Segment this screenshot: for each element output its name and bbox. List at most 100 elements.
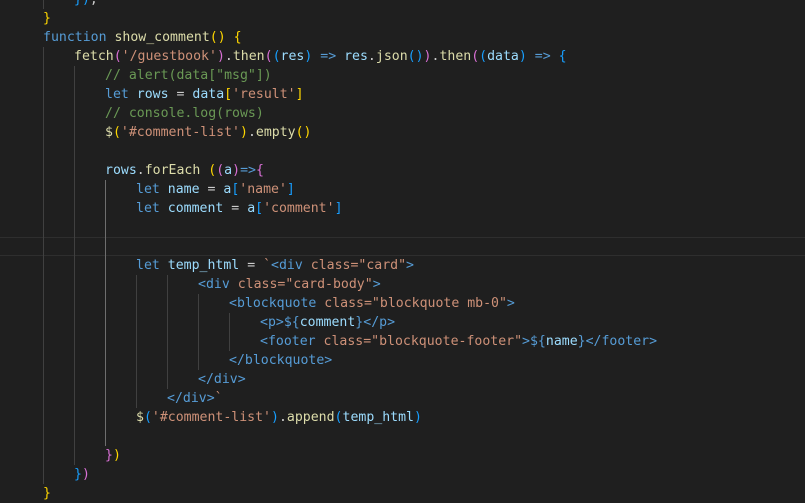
code-token: } — [43, 486, 51, 501]
code-token: class="card-body" — [237, 277, 373, 292]
indent-guide — [198, 294, 199, 370]
code-token: 'name' — [239, 182, 287, 197]
code-token: a — [224, 163, 233, 178]
code-line[interactable]: let name = a['name'] — [136, 180, 295, 199]
code-line[interactable]: }) — [105, 446, 121, 465]
code-line[interactable]: </div>` — [167, 389, 223, 408]
code-token: comment — [299, 315, 356, 330]
code-line[interactable]: }); — [74, 0, 98, 9]
code-line[interactable]: <footer class="blockquote-footer">${name… — [260, 332, 657, 351]
code-line[interactable]: let comment = a['comment'] — [136, 199, 343, 218]
code-token: () — [407, 49, 424, 64]
code-token: ( — [112, 125, 121, 140]
code-token: </p> — [363, 315, 396, 330]
code-token: ) — [216, 49, 225, 64]
code-token: ) — [81, 467, 90, 482]
code-line[interactable]: let rows = data['result'] — [105, 85, 304, 104]
code-token: <p> — [260, 315, 284, 330]
code-token: forEach — [144, 163, 201, 178]
code-line[interactable]: // alert(data["msg"]) — [105, 66, 272, 85]
code-token: data — [487, 49, 519, 64]
code-token: > — [372, 277, 381, 292]
code-token: '#comment-list' — [120, 125, 240, 140]
code-token: // console.log(rows) — [105, 106, 264, 121]
code-token: <div — [271, 258, 303, 273]
code-token: > — [522, 334, 530, 349]
code-token: data — [192, 87, 225, 102]
indent-guide — [167, 275, 168, 389]
code-token: }) — [74, 0, 90, 7]
indent-guide — [105, 180, 106, 446]
code-token: = — [223, 201, 248, 216]
indent-guide — [43, 47, 44, 484]
code-line[interactable]: rows.forEach ((a)=>{ — [105, 161, 264, 180]
code-token: 'result' — [232, 87, 296, 102]
code-line[interactable]: $('#comment-list').append(temp_html) — [136, 408, 422, 427]
code-token: '#comment-list' — [151, 410, 271, 425]
code-token: } — [105, 448, 113, 463]
code-token: ` — [263, 258, 272, 273]
code-token: ) — [271, 410, 279, 425]
code-token: res — [280, 49, 305, 64]
code-token: rows — [105, 163, 137, 178]
code-token: append — [286, 410, 335, 425]
code-token: ( — [113, 49, 122, 64]
code-token: temp_html — [167, 258, 240, 273]
code-token: ) — [413, 410, 422, 425]
code-token: ( — [264, 49, 273, 64]
code-token: [ — [255, 201, 264, 216]
code-line[interactable]: function show_comment() { — [43, 28, 242, 47]
indent-guide — [229, 313, 230, 351]
code-line[interactable]: <p>${comment}</p> — [260, 313, 395, 332]
code-line[interactable]: </div> — [198, 370, 246, 389]
current-line-highlight — [0, 237, 805, 256]
code-line[interactable]: </blockquote> — [229, 351, 332, 370]
code-token: let — [136, 258, 160, 273]
code-token: = — [168, 87, 193, 102]
code-token: </footer> — [585, 334, 658, 349]
code-token: => — [320, 49, 337, 64]
code-token: [ — [224, 87, 233, 102]
code-token: let — [136, 182, 160, 197]
code-token: ` — [214, 391, 223, 406]
code-token: } — [43, 11, 51, 26]
code-token: } — [577, 334, 586, 349]
code-token: // alert(data["msg"]) — [105, 68, 272, 83]
code-token: { — [233, 30, 242, 45]
code-token: ( — [471, 49, 480, 64]
code-token: } — [74, 467, 82, 482]
code-editor[interactable]: });}function show_comment() {fetch('/gue… — [0, 0, 805, 503]
code-token: class="blockquote mb-0" — [324, 296, 507, 311]
code-line[interactable]: } — [43, 9, 51, 28]
code-token: ) — [232, 163, 241, 178]
code-token: ( — [143, 410, 152, 425]
code-token: . — [224, 49, 233, 64]
code-token: <footer — [260, 334, 316, 349]
code-token: ( — [208, 163, 217, 178]
code-line[interactable]: <blockquote class="blockquote mb-0"> — [229, 294, 515, 313]
code-line[interactable]: <div class="card-body"> — [198, 275, 381, 294]
code-token: $ — [136, 410, 144, 425]
code-line[interactable]: }) — [74, 465, 90, 484]
code-token: '/guestbook' — [121, 49, 217, 64]
code-token: name — [167, 182, 200, 197]
code-token: . — [136, 163, 145, 178]
code-line[interactable]: } — [43, 484, 51, 503]
code-token: json — [375, 49, 408, 64]
code-token: = — [239, 258, 264, 273]
code-line[interactable]: let temp_html = `<div class="card"> — [136, 256, 414, 275]
code-line[interactable]: // console.log(rows) — [105, 104, 264, 123]
code-token: a — [247, 201, 256, 216]
code-token: => — [240, 163, 256, 178]
code-line[interactable]: fetch('/guestbook').then((res) => res.js… — [74, 47, 567, 66]
code-line[interactable]: $('#comment-list').empty() — [105, 123, 312, 142]
indent-guide — [136, 275, 137, 408]
